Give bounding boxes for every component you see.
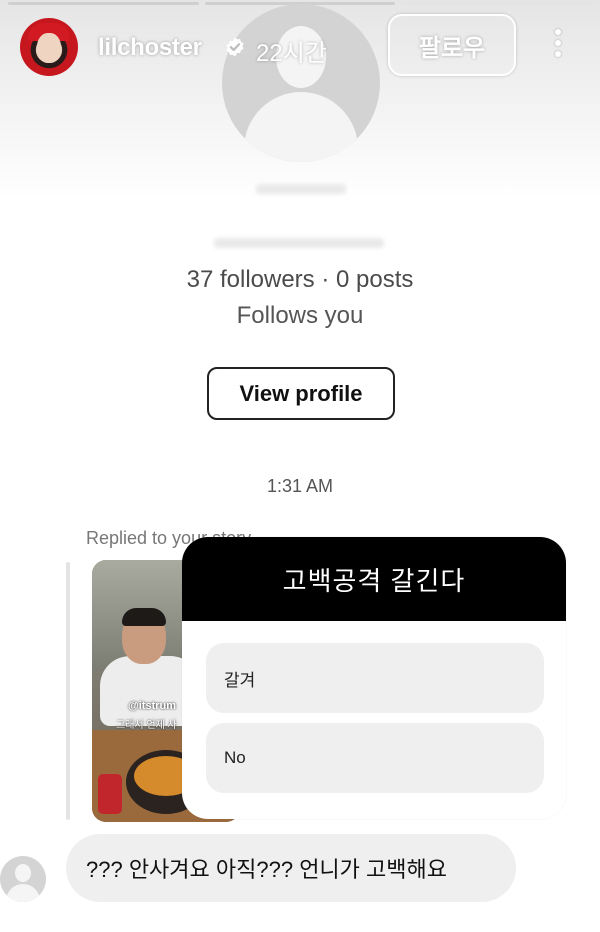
profile-picture-placeholder[interactable]: [222, 4, 380, 162]
view-profile-button[interactable]: View profile: [207, 367, 395, 420]
story-caption: 그래서 언제 사: [116, 720, 177, 731]
sender-avatar[interactable]: [0, 856, 46, 902]
follow-button[interactable]: 팔로우: [388, 14, 516, 76]
follows-you-label: Follows you: [236, 302, 364, 329]
avatar-face: [37, 33, 61, 63]
story-author-avatar[interactable]: [20, 18, 78, 76]
progress-segment: [401, 2, 593, 5]
poll-option-1[interactable]: 갈겨: [206, 643, 544, 713]
story-mention-tag: @itstrum: [128, 700, 177, 712]
poll-option-2[interactable]: No: [206, 723, 544, 793]
story-time-ago: 22시간: [256, 40, 327, 67]
progress-segment: [8, 2, 199, 5]
redacted-handle: [214, 238, 384, 248]
message-bubble[interactable]: ??? 안사겨요 아직??? 언니가 고백해요: [66, 834, 516, 902]
redacted-name: [256, 184, 346, 194]
verified-badge-icon: [226, 37, 244, 57]
message-timestamp: 1:31 AM: [266, 476, 334, 496]
reply-quote-bar: [66, 562, 70, 820]
more-vertical-icon[interactable]: [548, 26, 568, 66]
default-avatar-body: [244, 92, 358, 162]
poll-question: 고백공격 갈긴다: [182, 537, 566, 621]
poll-sticker: 고백공격 갈긴다 갈겨 No: [182, 537, 566, 819]
story-author-username[interactable]: lilchoster: [98, 34, 202, 62]
profile-stats: 37 followers · 0 posts: [186, 266, 414, 293]
